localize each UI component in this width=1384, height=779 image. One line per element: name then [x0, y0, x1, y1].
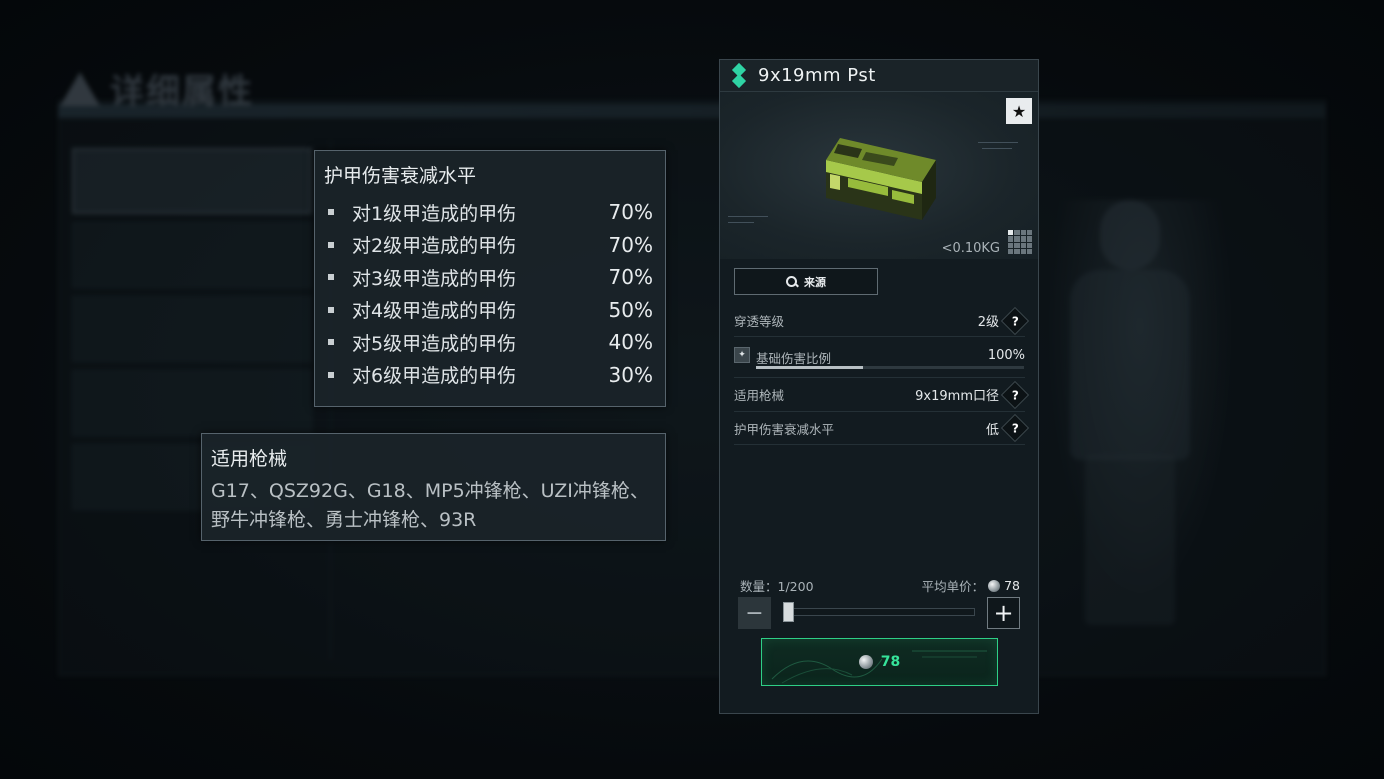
ammo-box-image [826, 138, 936, 220]
rarity-icon [731, 62, 747, 88]
quantity-label: 数量：1/200 [740, 579, 814, 594]
bullet-icon [328, 209, 334, 216]
armor-row-value: 50% [608, 297, 653, 322]
damage-bar [756, 366, 1024, 369]
stat-penetration: 穿透等级 2级 ? [734, 305, 1030, 337]
damage-bar-fill [756, 366, 864, 369]
source-button[interactable]: 来源 [734, 268, 878, 295]
armor-row-label: 对5级甲造成的甲伤 [352, 332, 517, 355]
stat-label: 护甲伤害衰减水平 [734, 421, 835, 437]
armor-row: 对2级甲造成的甲伤 70% [324, 229, 653, 262]
background-title-text: 详细属性 [110, 72, 254, 112]
stat-value: 2级 [977, 315, 999, 330]
armor-row-label: 对3级甲造成的甲伤 [352, 267, 517, 290]
armor-row-value: 70% [608, 200, 653, 225]
background-tab [72, 222, 312, 288]
background-tab [72, 296, 312, 362]
armor-row-value: 40% [608, 330, 653, 355]
stat-value: 100% [987, 348, 1025, 363]
help-icon[interactable]: ? [1000, 306, 1030, 335]
bullet-icon [328, 371, 334, 378]
stat-value: 9x19mm口径 [915, 389, 999, 404]
bullet-icon [328, 339, 334, 346]
stat-value: 低 [985, 422, 999, 438]
average-price-label: 平均单价： [921, 579, 985, 594]
stat-compatible-gun: 适用枪械 9x19mm口径 ? [734, 378, 1030, 412]
card-header: 9x19mm Pst [720, 60, 1038, 92]
armor-row-label: 对6级甲造成的甲伤 [352, 365, 517, 388]
armor-row-label: 对4级甲造成的甲伤 [352, 300, 517, 323]
armor-row-label: 对1级甲造成的甲伤 [352, 202, 517, 225]
favorite-button[interactable]: ★ [1006, 98, 1032, 124]
stat-base-damage: ✦ 基础伤害比例 100% [734, 342, 1025, 378]
armor-row-value: 70% [608, 232, 653, 257]
armor-row: 对5级甲造成的甲伤 40% [324, 326, 653, 359]
help-icon[interactable]: ? [1000, 380, 1030, 409]
character-legs [1085, 455, 1175, 625]
armor-row: 对1级甲造成的甲伤 70% [324, 196, 653, 229]
bullet-icon [328, 306, 334, 313]
inventory-size-icon [1008, 230, 1032, 254]
help-icon[interactable]: ? [1000, 413, 1030, 443]
background-layer: 详细属性 [0, 0, 1384, 779]
decor-line [982, 148, 1012, 149]
stat-label: 基础伤害比例 [756, 351, 832, 366]
item-weight: <0.10KG [941, 241, 1000, 256]
source-button-label: 来源 [804, 275, 826, 289]
decrease-button[interactable]: − [738, 597, 771, 629]
armor-row: 对6级甲造成的甲伤 30% [324, 359, 653, 392]
weapons-tooltip-body: G17、QSZ92G、G18、MP5冲锋枪、UZI冲锋枪、野牛冲锋枪、勇士冲锋枪… [211, 480, 649, 531]
stat-armor-damage: 护甲伤害衰减水平 低 ? [734, 412, 1030, 445]
armor-row-value: 70% [608, 265, 653, 290]
increase-button[interactable]: + [987, 597, 1020, 629]
background-tab [72, 370, 312, 436]
decor-line [728, 216, 768, 217]
background-tab [72, 148, 312, 214]
decor-line [978, 142, 1018, 143]
armor-tooltip-title: 护甲伤害衰减水平 [324, 165, 477, 187]
character-head [1100, 200, 1160, 270]
average-price: 平均单价： 78 [922, 576, 1020, 595]
search-icon [786, 275, 798, 288]
average-price-value: 78 [1004, 578, 1020, 593]
armor-row-value: 30% [608, 362, 653, 387]
armor-row-label: 对2级甲造成的甲伤 [352, 235, 517, 258]
character-body [1070, 270, 1190, 460]
armor-row: 对4级甲造成的甲伤 50% [324, 294, 653, 327]
warning-icon [60, 71, 100, 106]
armor-damage-tooltip: 护甲伤害衰减水平 对1级甲造成的甲伤 70% 对2级甲造成的甲伤 70% 对3级… [314, 150, 666, 407]
stat-label: 适用枪械 [734, 388, 785, 403]
decor-line [728, 222, 754, 223]
weapons-tooltip-title: 适用枪械 [211, 448, 288, 470]
buy-button[interactable]: 78 [761, 638, 998, 686]
quantity-slider[interactable] [786, 608, 975, 616]
item-preview: ★ <0.10KG [720, 92, 1038, 259]
background-title: 详细属性 [60, 64, 254, 113]
armor-row: 对3级甲造成的甲伤 70% [324, 261, 653, 294]
item-detail-card: 9x19mm Pst ★ <0.10KG 来源 穿透等级 2级 ? ✦ 基础伤害… [719, 59, 1039, 714]
star-icon: ★ [1011, 101, 1027, 121]
bullet-icon [328, 241, 334, 248]
buy-price: 78 [880, 654, 901, 670]
compatible-weapons-tooltip: 适用枪械 G17、QSZ92G、G18、MP5冲锋枪、UZI冲锋枪、野牛冲锋枪、… [201, 433, 666, 541]
coin-icon [988, 579, 1001, 592]
item-title: 9x19mm Pst [758, 65, 876, 86]
quantity-slider-handle[interactable] [783, 602, 794, 622]
stat-label: 穿透等级 [734, 314, 785, 329]
coin-icon [858, 655, 873, 669]
bullet-icon [328, 274, 334, 281]
damage-icon: ✦ [734, 347, 750, 363]
